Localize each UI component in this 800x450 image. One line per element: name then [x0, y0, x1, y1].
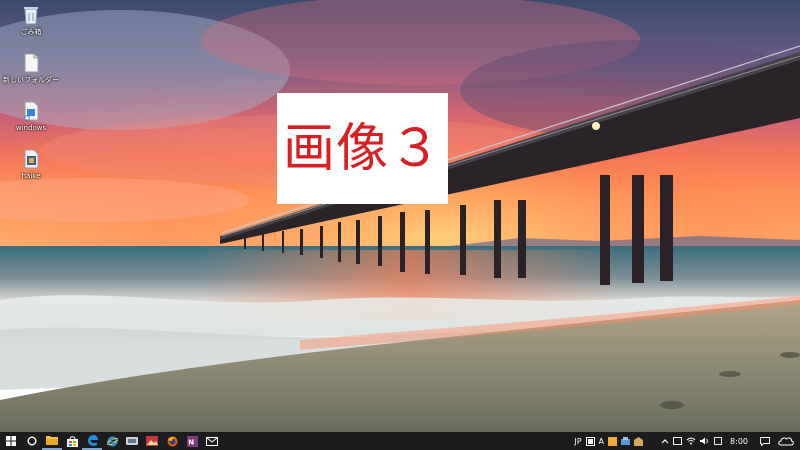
- desktop-icon-windows[interactable]: windows: [8, 100, 54, 144]
- tray-spacer: [645, 432, 659, 450]
- desktop-icon-new-folder[interactable]: 新しいフォルダー: [3, 52, 59, 96]
- desktop-icon-label: 新しいフォルダー: [3, 76, 59, 84]
- tray-app-2[interactable]: [619, 432, 632, 450]
- window-icon: [673, 437, 683, 445]
- app-icon: [126, 437, 138, 445]
- speaker-icon: [700, 437, 708, 445]
- clock[interactable]: 8:00: [724, 437, 754, 446]
- ime-pad-button[interactable]: [584, 432, 597, 450]
- network-button[interactable]: [684, 432, 698, 450]
- cortana-button[interactable]: [22, 432, 42, 450]
- tray-app-3[interactable]: [632, 432, 645, 450]
- task-manager-tray-button[interactable]: [671, 432, 684, 450]
- desktop[interactable]: ごみ箱 新しいフォルダー windows haike 画像３: [0, 0, 800, 432]
- taskbar-firefox[interactable]: [162, 432, 182, 450]
- caption-box: 画像３: [277, 93, 448, 204]
- show-hidden-icons-button[interactable]: [659, 432, 671, 450]
- notification-icon: [760, 436, 770, 446]
- ime-mode-button[interactable]: [712, 432, 724, 450]
- ie-icon: [106, 436, 118, 446]
- desktop-icon-label: windows: [15, 124, 47, 132]
- desktop-icon-label: ごみ箱: [20, 28, 42, 36]
- sticky-note-icon: [608, 436, 618, 446]
- chevron-up-icon: [661, 439, 669, 444]
- desktop-icon-recycle-bin[interactable]: ごみ箱: [8, 4, 54, 48]
- edge-icon: [87, 434, 98, 446]
- recycle-bin-icon: [24, 7, 38, 25]
- taskbar: N JP A 8:00: [0, 432, 800, 450]
- firefox-icon: [167, 436, 177, 446]
- onenote-icon: N: [186, 435, 198, 447]
- taskbar-store[interactable]: [62, 432, 82, 450]
- ime-pad-icon: [585, 436, 595, 446]
- folder-icon: [24, 53, 39, 73]
- tray-app-1[interactable]: [606, 432, 619, 450]
- action-center-button[interactable]: [754, 432, 776, 450]
- ime-a-icon: [714, 437, 722, 445]
- tools-icon: [621, 436, 631, 445]
- taskbar-picture-app[interactable]: [142, 432, 162, 450]
- ime-mode-indicator[interactable]: JP: [572, 432, 583, 450]
- taskbar-mail[interactable]: [202, 432, 222, 450]
- taskbar-edge[interactable]: [82, 432, 102, 450]
- folder-icon: [46, 436, 58, 445]
- volume-button[interactable]: [698, 432, 712, 450]
- system-tray: JP A 8:00: [572, 432, 800, 450]
- mail-icon: [206, 436, 218, 446]
- desktop-icon-label: haike: [21, 172, 41, 180]
- cloud-icon: [778, 437, 794, 446]
- taskbar-file-explorer[interactable]: [42, 432, 62, 450]
- store-bag-icon: [66, 435, 78, 447]
- caption-text: 画像３: [282, 118, 442, 179]
- taskbar-app[interactable]: [122, 432, 142, 450]
- svg-text:N: N: [188, 438, 194, 446]
- package-icon: [634, 436, 644, 446]
- weather-button[interactable]: [776, 432, 800, 450]
- windows-logo-icon: [6, 436, 16, 446]
- cortana-circle-icon: [27, 436, 37, 446]
- picture-icon: [146, 436, 158, 446]
- desktop-icon-haike[interactable]: haike: [8, 148, 54, 192]
- wallpaper-image: [0, 0, 800, 432]
- ime-input-letter[interactable]: A: [597, 432, 606, 450]
- wifi-icon: [686, 437, 696, 445]
- taskbar-internet-explorer[interactable]: [102, 432, 122, 450]
- taskbar-onenote[interactable]: N: [182, 432, 202, 450]
- file-icon: [24, 149, 39, 169]
- shortcut-icon: [24, 101, 39, 121]
- start-button[interactable]: [0, 432, 22, 450]
